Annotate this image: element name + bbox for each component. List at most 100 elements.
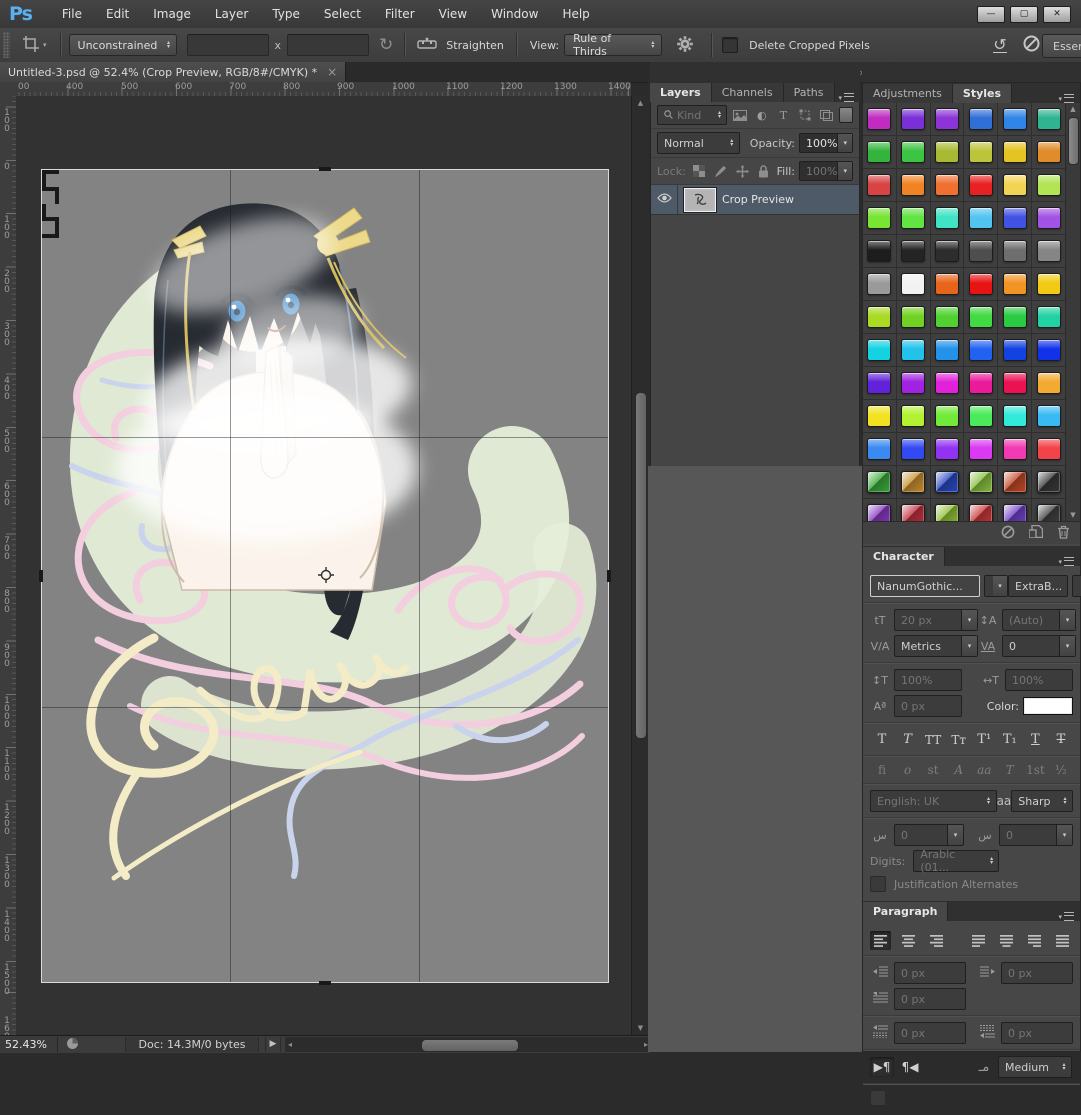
filter-adjustment-layers-icon[interactable]: ◐: [753, 107, 771, 123]
space-after-field[interactable]: 0 px: [1001, 1022, 1073, 1044]
style-swatch[interactable]: [901, 438, 925, 460]
new-style-icon[interactable]: [1029, 525, 1043, 541]
direction-rtl-button[interactable]: ¶◀: [898, 1057, 922, 1077]
document-tab[interactable]: Untitled-3.psd @ 52.4% (Crop Preview, RG…: [0, 62, 346, 82]
style-swatch[interactable]: [1037, 273, 1061, 295]
menu-edit[interactable]: Edit: [94, 0, 141, 28]
clear-style-icon[interactable]: [1001, 525, 1015, 542]
canvas-viewport[interactable]: [16, 96, 631, 1035]
align-justify-all-button[interactable]: [1052, 931, 1073, 950]
workspace-switcher-button[interactable]: Esser: [1042, 34, 1081, 58]
font-style-dropdown-icon[interactable]: ▾: [1072, 575, 1081, 597]
vertical-scrollbar[interactable]: ▲ ▼: [631, 96, 649, 1035]
style-swatch[interactable]: [1003, 405, 1027, 427]
panel-menu-icon[interactable]: ▾: [838, 93, 860, 102]
style-swatch[interactable]: [1037, 471, 1061, 493]
menu-layer[interactable]: Layer: [203, 0, 260, 28]
style-swatch[interactable]: [867, 471, 891, 493]
font-family-dropdown-icon[interactable]: ▾: [984, 575, 1008, 597]
style-swatch[interactable]: [901, 405, 925, 427]
tab-close-icon[interactable]: ×: [327, 65, 337, 79]
layer-thumbnail[interactable]: [684, 188, 716, 212]
digits-combo[interactable]: Arabic (01... ▴▾: [913, 850, 999, 872]
style-swatch[interactable]: [901, 174, 925, 196]
crop-handle-left[interactable]: [39, 570, 43, 582]
style-swatch[interactable]: [1003, 438, 1027, 460]
style-swatch[interactable]: [1037, 240, 1061, 262]
style-swatch[interactable]: [1003, 174, 1027, 196]
baseline-shift-field[interactable]: 0 px: [894, 695, 962, 717]
style-swatch[interactable]: [969, 471, 993, 493]
indent-right-field[interactable]: 0 px: [1001, 962, 1073, 984]
crop-aspect-preset-dropdown[interactable]: Unconstrained ▴▾: [69, 34, 177, 56]
style-swatch[interactable]: [901, 504, 925, 521]
language-combo[interactable]: English: UK ▴▾: [870, 790, 997, 812]
indent-left-field[interactable]: 0 px: [894, 962, 966, 984]
tab-adjustments[interactable]: Adjustments: [863, 84, 953, 103]
crop-width-field[interactable]: [187, 34, 269, 56]
style-swatch[interactable]: [935, 372, 959, 394]
style-swatch[interactable]: [901, 240, 925, 262]
align-left-button[interactable]: [870, 931, 891, 950]
filter-shape-layers-icon[interactable]: [796, 107, 814, 123]
filter-toggle-switch[interactable]: [839, 107, 853, 123]
style-swatch[interactable]: [1003, 273, 1027, 295]
tab-styles[interactable]: Styles: [953, 84, 1012, 103]
style-swatch[interactable]: [867, 141, 891, 163]
first-line-indent-field[interactable]: 0 px: [894, 988, 966, 1010]
font-style-combo[interactable]: ExtraB...: [1008, 575, 1068, 597]
crop-overlay-dropdown[interactable]: Rule of Thirds ▴▾: [564, 34, 662, 56]
styles-scroll-thumb[interactable]: [1068, 117, 1079, 165]
style-swatch[interactable]: [935, 174, 959, 196]
space-before-field[interactable]: 0 px: [894, 1022, 966, 1044]
zoom-level-field[interactable]: 52.43%: [0, 1037, 58, 1052]
ligatures-button[interactable]: fi: [871, 763, 893, 777]
delete-cropped-pixels-checkbox[interactable]: [722, 37, 738, 53]
panel-menu-icon[interactable]: ▾: [1058, 912, 1080, 921]
menu-help[interactable]: Help: [550, 0, 601, 28]
style-swatch[interactable]: [969, 405, 993, 427]
menu-select[interactable]: Select: [312, 0, 373, 28]
close-button[interactable]: ✕: [1043, 6, 1071, 23]
style-swatch[interactable]: [1003, 306, 1027, 328]
style-swatch[interactable]: [935, 471, 959, 493]
status-expand-icon[interactable]: ▶: [265, 1037, 281, 1052]
crop-preview-area[interactable]: [42, 170, 608, 982]
crop-tool-well[interactable]: ▾: [16, 35, 53, 56]
filter-smart-objects-icon[interactable]: [818, 107, 836, 123]
style-swatch[interactable]: [867, 108, 891, 130]
swash-button[interactable]: A: [948, 763, 970, 777]
style-swatch[interactable]: [1037, 306, 1061, 328]
tracking-combo[interactable]: 0 ▾: [1002, 635, 1076, 657]
layer-row-crop-preview[interactable]: Crop Preview: [651, 185, 859, 215]
kerning-combo[interactable]: Metrics ▾: [894, 635, 978, 657]
crop-height-field[interactable]: [287, 34, 369, 56]
vertical-scale-field[interactable]: 100%: [894, 669, 962, 691]
font-size-combo[interactable]: 20 px ▾: [894, 609, 978, 631]
lock-all-padlock-icon[interactable]: [755, 163, 773, 179]
blend-mode-dropdown[interactable]: Normal ▴▾: [657, 132, 740, 154]
style-swatch[interactable]: [1037, 504, 1061, 521]
stylistic-alternates-button[interactable]: aa: [973, 763, 995, 777]
fill-value[interactable]: 100% ▾: [799, 161, 853, 181]
style-swatch[interactable]: [935, 141, 959, 163]
opacity-value[interactable]: 100% ▾: [799, 133, 853, 153]
style-swatch[interactable]: [867, 405, 891, 427]
text-color-swatch[interactable]: [1023, 697, 1073, 715]
antialias-combo[interactable]: Sharp ▴▾: [1011, 790, 1073, 812]
ordinal-1st-button[interactable]: 1st: [1024, 763, 1046, 777]
scroll-left-icon[interactable]: ◂: [288, 1037, 292, 1052]
style-swatch[interactable]: [1003, 240, 1027, 262]
style-swatch[interactable]: [1003, 372, 1027, 394]
style-swatch[interactable]: [969, 438, 993, 460]
all-caps-button[interactable]: TT: [922, 730, 944, 749]
reset-crop-icon[interactable]: ↺: [993, 37, 1006, 53]
style-swatch[interactable]: [969, 141, 993, 163]
align-justify-last-right-button[interactable]: [1024, 931, 1045, 950]
panel-menu-icon[interactable]: ▾: [1058, 557, 1080, 566]
style-swatch[interactable]: [969, 207, 993, 229]
scroll-up-icon[interactable]: ▲: [632, 99, 649, 107]
align-center-button[interactable]: [898, 931, 919, 950]
style-swatch[interactable]: [969, 108, 993, 130]
scroll-down-icon[interactable]: ▼: [632, 1024, 649, 1032]
